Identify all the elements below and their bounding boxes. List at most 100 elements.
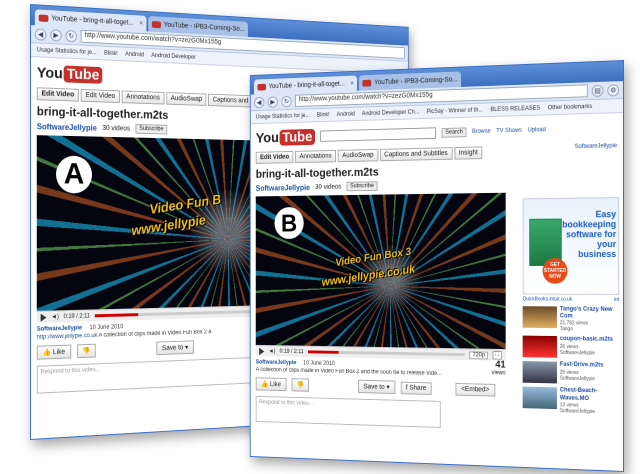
audioswap-button[interactable]: AudioSwap [166,92,207,106]
save-to-button[interactable]: Save to ▾ [156,340,194,356]
video-player[interactable]: B Video Fun Box 3 www.jellypie.co.uk [255,192,506,350]
related-video[interactable]: Fast-Drive.m2ts 25 views SoftwareJellypie [522,361,619,385]
ad-footer: QuickBooks.intuit.co.uk int [523,296,619,303]
save-to-button[interactable]: Save to ▾ [358,379,396,394]
related-video[interactable]: Tango's Crazy New Com 21,792 views Tango [522,306,619,333]
progress-fill [307,350,339,354]
back-icon[interactable]: ◀ [34,27,47,41]
advertisement[interactable]: Easy bookkeeping software for your busin… [522,197,620,295]
bookmark-item[interactable]: Android Developer [151,52,195,60]
play-icon[interactable] [40,313,47,322]
youtube-favicon-icon [362,79,372,87]
related-author: SoftwareJellypie [559,349,596,357]
quality-button[interactable]: 720p [469,350,488,359]
browse-link[interactable]: Browse [472,129,491,135]
video-thumbnail[interactable] [522,361,557,384]
edit-video-button[interactable]: Edit Video [36,87,79,102]
like-button[interactable]: 👍 Like [36,344,71,360]
facebook-icon: f [405,384,408,391]
youtube-logo[interactable]: You Tube [37,64,103,84]
insight-button[interactable]: Insight [454,146,483,160]
back-icon[interactable]: ◀ [254,96,265,108]
tv-shows-link[interactable]: TV Shows [496,128,522,135]
forward-icon[interactable]: ▶ [267,95,278,108]
page-menu-icon[interactable]: ▤ [591,84,604,97]
bookmark-item[interactable]: PicSay - Winner of th... [427,107,483,115]
get-started-button[interactable]: GET STARTED NOW [542,258,568,284]
forward-icon[interactable]: ▶ [50,28,62,42]
reload-icon[interactable]: ↻ [65,29,77,42]
captions-button[interactable]: Captions and [208,93,253,108]
dislike-button[interactable]: 👎 [76,343,96,359]
thumbs-up-icon: 👍 [42,349,51,357]
dislike-button[interactable]: 👎 [291,378,310,392]
volume-icon[interactable]: ◄) [51,314,59,320]
meta-channel-link[interactable]: SoftwareJellypie [256,360,296,366]
marker-label: B [274,206,304,239]
annotations-button[interactable]: Annotations [295,149,337,164]
captions-button[interactable]: Captions and Subtitles [379,147,453,162]
video-thumbnail[interactable] [522,335,557,359]
like-button[interactable]: 👍 Like [255,377,287,392]
youtube-favicon-icon [152,20,162,28]
bookmark-item[interactable]: Android Developer Ch... [362,109,419,117]
views-label: views [491,370,506,377]
bookmark-item[interactable]: Usage Statistics for je... [256,113,310,120]
share-button[interactable]: f Share [400,381,432,395]
subscribe-button[interactable]: Subscribe [135,123,168,135]
description-link[interactable]: http://www.jellypie.co.uk [37,333,98,341]
video-thumbnail[interactable] [522,306,557,329]
bookmark-item[interactable]: Usage Statistics for je... [37,47,97,56]
bookmark-item[interactable]: Android [337,111,355,117]
time-display: 0:19 / 2:11 [63,312,90,320]
chevron-down-icon: ▾ [185,344,189,352]
progress-bar[interactable] [307,350,466,357]
tab-label: YouTube - bring-it-all-toget... [268,80,345,90]
upload-date: 10 June 2010 [89,324,124,332]
related-title[interactable]: Chest-Beach-Waves.MO [560,388,619,404]
edit-video-button[interactable]: Edit Video [255,150,294,164]
close-icon[interactable]: × [139,20,143,27]
search-button[interactable]: Search [441,127,467,138]
embed-button[interactable]: <Embed> [455,382,495,397]
time-display: 0:19 / 2:11 [279,348,304,355]
annotations-button[interactable]: Annotations [121,90,165,105]
thumbs-down-icon: 👎 [296,382,304,389]
search-input[interactable] [320,127,437,142]
play-icon[interactable] [259,347,265,355]
fullscreen-icon[interactable]: ⛶ [492,350,502,360]
bookmark-item[interactable]: BLESS RELEASES [490,105,540,112]
bookmark-item[interactable]: Blink! [104,50,118,57]
meta-channel-link[interactable]: SoftwareJellypie [37,325,82,332]
related-title[interactable]: Tango's Crazy New Com [560,306,619,321]
volume-icon[interactable]: ◄) [269,348,276,354]
audioswap-button[interactable]: AudioSwap [337,148,378,163]
youtube-logo[interactable]: You Tube [256,128,315,146]
related-author: SoftwareJellypie [559,375,596,382]
save-label: Save to [162,344,184,352]
related-video[interactable]: coupon-basic.m2ts 26 views SoftwareJellypi… [522,335,619,359]
channel-link[interactable]: SoftwareJellypie [256,183,310,192]
subscribe-button[interactable]: Subscribe [346,181,378,192]
bookmark-item[interactable]: Other bookmarks [548,104,592,111]
ad-headline: Easy bookkeeping software for your busin… [562,209,617,259]
like-label: Like [269,380,281,388]
related-video[interactable]: Chest-Beach-Waves.MO 13 views SoftwareJell… [522,386,619,416]
video-thumbnail[interactable] [522,386,557,410]
channel-link[interactable]: SoftwareJellypie [37,122,97,133]
wrench-icon[interactable]: ⚙ [607,83,620,97]
video-count[interactable]: 30 videos [315,183,341,190]
views-number: 41 [495,359,506,371]
ad-link[interactable]: QuickBooks.intuit.co.uk [523,296,573,302]
close-icon[interactable]: × [350,80,354,87]
edit-video-button[interactable]: Edit Video [80,88,120,104]
top-links: Browse TV Shows Upload [472,127,546,135]
reload-icon[interactable]: ↻ [281,95,292,107]
marker-label: A [56,155,92,194]
video-count[interactable]: 30 videos [102,124,130,132]
account-name[interactable]: SoftwareJellypie [575,143,618,157]
bookmark-item[interactable]: Blink! [317,112,330,118]
bookmark-item[interactable]: Android [125,51,144,58]
upload-link[interactable]: Upload [528,127,546,133]
respond-field[interactable]: Respond to this video... [255,395,441,428]
